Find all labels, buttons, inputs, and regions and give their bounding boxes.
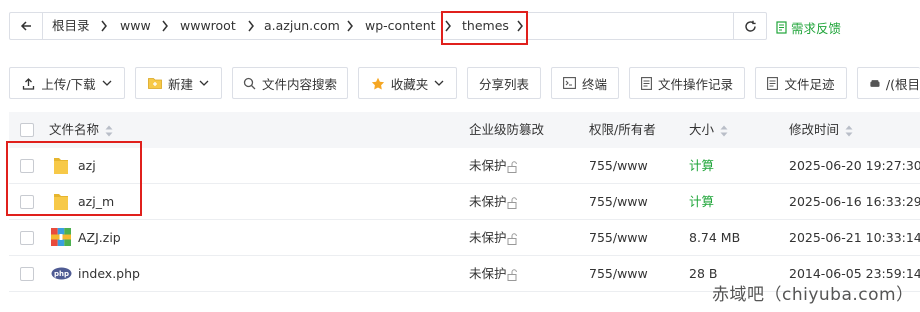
php-icon: php — [51, 267, 72, 280]
document-icon — [767, 76, 779, 90]
breadcrumb-item-www[interactable]: www — [120, 13, 151, 39]
new-button[interactable]: 新建 — [135, 67, 222, 99]
protect-status: 未保护 — [469, 256, 519, 292]
protect-status: 未保护 — [469, 148, 519, 184]
upload-download-label: 上传/下载 — [41, 76, 96, 92]
svg-text:php: php — [54, 270, 69, 278]
unlock-icon — [507, 197, 517, 209]
row-checkbox[interactable] — [20, 267, 34, 281]
file-footprint-label: 文件足迹 — [784, 76, 835, 92]
feedback-icon — [776, 21, 787, 34]
feedback-label: 需求反馈 — [791, 21, 842, 36]
favorites-label: 收藏夹 — [390, 76, 429, 92]
unlock-icon — [507, 233, 517, 245]
row-checkbox[interactable] — [20, 231, 34, 245]
size-calc-link[interactable]: 计算 — [689, 184, 714, 220]
content-search-button[interactable]: 文件内容搜索 — [232, 67, 348, 99]
terminal-label: 终端 — [581, 76, 607, 92]
file-footprint-button[interactable]: 文件足迹 — [755, 67, 847, 99]
upload-icon — [23, 77, 35, 90]
table-row[interactable] — [9, 220, 920, 256]
table-header — [9, 112, 920, 148]
search-icon — [243, 77, 256, 89]
unlock-icon — [507, 161, 517, 173]
share-list-label: 分享列表 — [478, 76, 529, 92]
chevron-down-icon — [199, 80, 209, 86]
star-icon — [371, 77, 384, 89]
modified-time: 2025-06-16 16:33:29 — [789, 194, 920, 209]
disk-button[interactable]: /(根目 — [857, 67, 920, 99]
content-search-label: 文件内容搜索 — [261, 76, 337, 92]
sort-icon — [845, 125, 853, 136]
sort-icon — [105, 125, 113, 136]
path-bar[interactable]: 根目录 www wwwroot a.azjun.com wp-content t… — [9, 12, 767, 40]
feedback-link[interactable]: 需求反馈 — [776, 18, 841, 37]
terminal-button[interactable]: 终端 — [551, 67, 619, 99]
breadcrumb-item-root[interactable]: 根目录 — [52, 13, 90, 39]
column-header-mtime[interactable]: 修改时间 — [789, 112, 853, 148]
file-name[interactable]: index.php — [78, 256, 140, 292]
breadcrumb-item-wp-content[interactable]: wp-content — [365, 13, 436, 39]
chevron-down-icon — [434, 80, 444, 86]
back-button[interactable] — [10, 13, 43, 39]
select-all-checkbox[interactable] — [20, 123, 34, 137]
sort-icon — [720, 125, 728, 136]
permission[interactable]: 755/www — [589, 148, 648, 184]
refresh-button[interactable] — [733, 13, 766, 39]
modified-time: 2025-06-21 10:33:14 — [789, 230, 920, 245]
unlock-icon — [507, 269, 517, 281]
protect-status: 未保护 — [469, 184, 519, 220]
zip-icon — [51, 228, 71, 246]
modified-time: 2025-06-20 19:27:30 — [789, 158, 920, 173]
breadcrumb-item-domain[interactable]: a.azjun.com — [264, 13, 340, 39]
chevron-right-icon — [100, 13, 108, 39]
share-list-button[interactable]: 分享列表 — [467, 67, 541, 99]
column-header-protect: 企业级防篡改 — [469, 122, 545, 137]
favorites-button[interactable]: 收藏夹 — [358, 67, 457, 99]
file-ops-log-label: 文件操作记录 — [657, 76, 733, 92]
size-calc-link[interactable]: 计算 — [689, 148, 714, 184]
table-row[interactable] — [9, 148, 920, 184]
column-header-perm: 权限/所有者 — [589, 122, 656, 137]
refresh-icon — [744, 20, 756, 32]
file-name[interactable]: AZJ.zip — [78, 220, 121, 256]
terminal-icon — [563, 77, 576, 89]
permission[interactable]: 755/www — [589, 256, 648, 292]
disk-label: /(根目 — [885, 76, 920, 92]
arrow-left-icon — [20, 21, 31, 31]
permission[interactable]: 755/www — [589, 220, 648, 256]
column-header-size[interactable]: 大小 — [689, 112, 728, 148]
breadcrumb-item-wwwroot[interactable]: wwwroot — [180, 13, 236, 39]
file-size: 8.74 MB — [689, 230, 741, 245]
upload-download-button[interactable]: 上传/下载 — [9, 67, 125, 99]
new-folder-icon — [148, 78, 162, 89]
chevron-right-icon — [161, 13, 169, 39]
watermark-text: 赤域吧（chiyuba.com） — [712, 285, 914, 305]
disk-icon — [870, 79, 880, 87]
chevron-right-icon — [346, 13, 354, 39]
chevron-down-icon — [102, 80, 112, 86]
highlight-box-folders — [6, 141, 142, 216]
chevron-right-icon — [247, 13, 255, 39]
document-icon — [641, 76, 652, 90]
table-row[interactable] — [9, 184, 920, 220]
new-label: 新建 — [167, 76, 193, 92]
highlight-box-themes — [441, 11, 528, 45]
protect-status: 未保护 — [469, 220, 519, 256]
file-ops-log-button[interactable]: 文件操作记录 — [629, 67, 745, 99]
permission[interactable]: 755/www — [589, 184, 648, 220]
